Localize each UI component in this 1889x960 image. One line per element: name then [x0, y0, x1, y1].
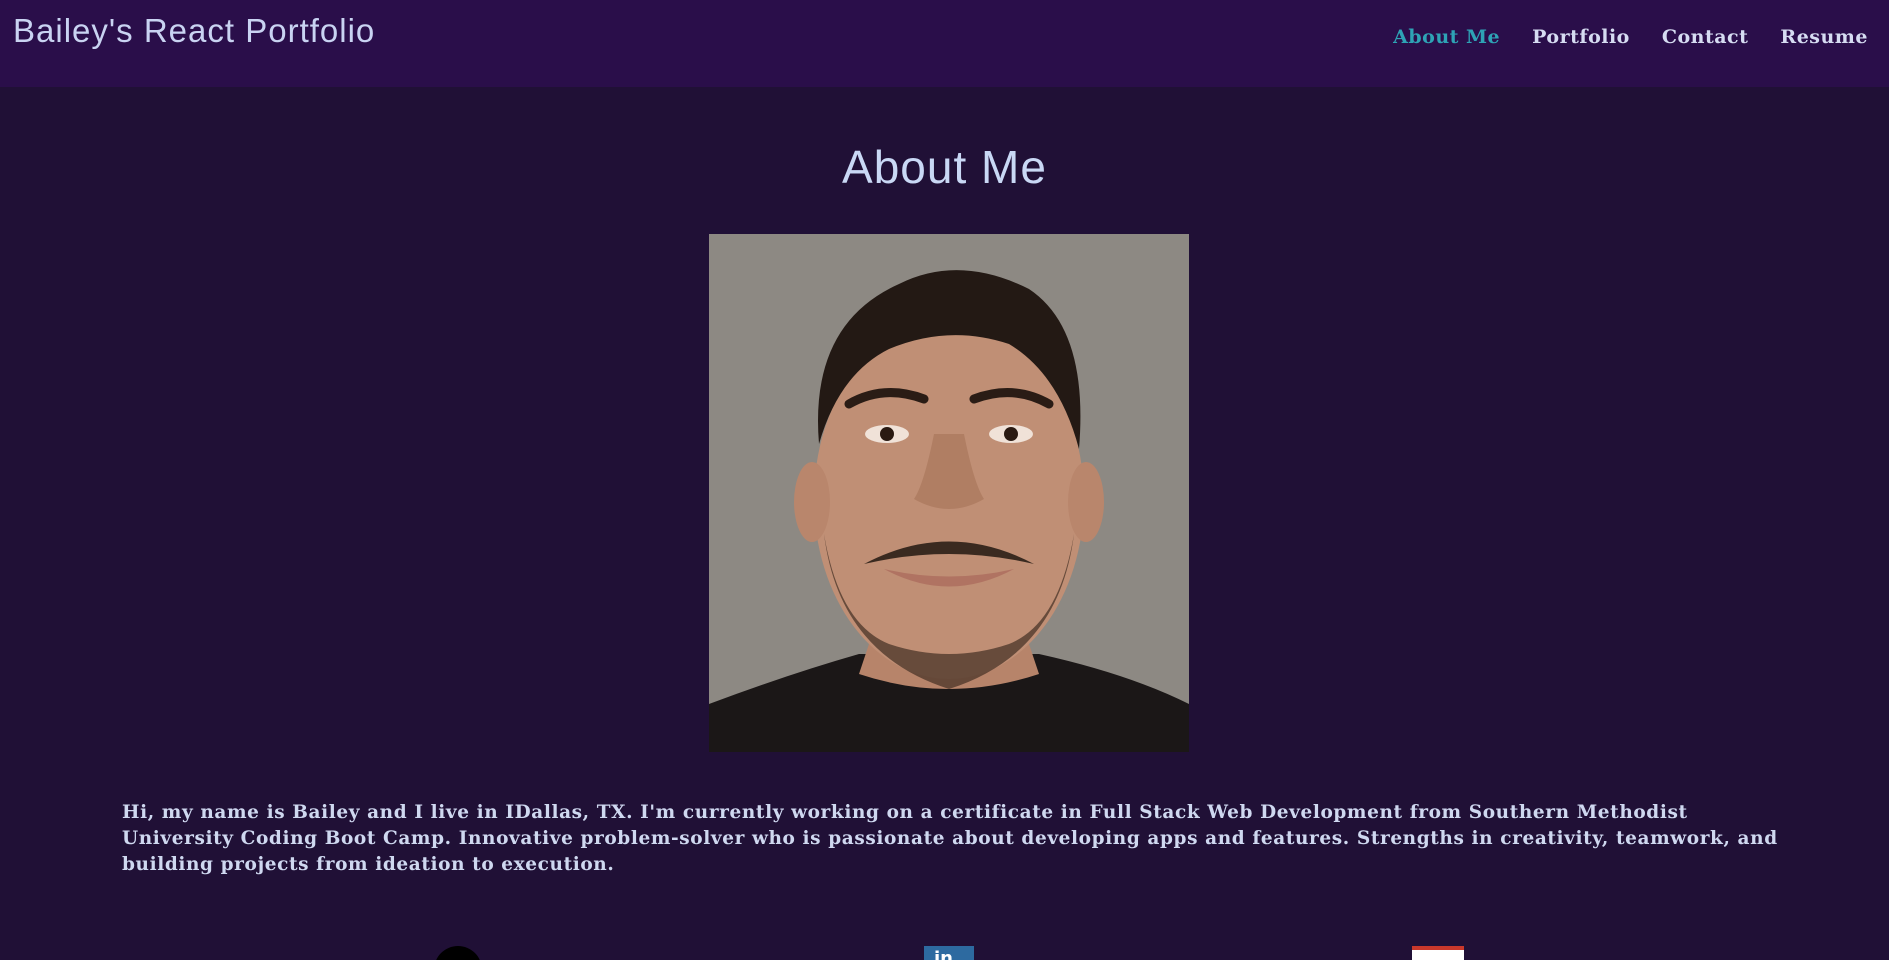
nav-link-about-me[interactable]: About Me [1393, 26, 1500, 48]
nav-link-portfolio[interactable]: Portfolio [1532, 26, 1630, 48]
linkedin-icon[interactable]: in [924, 946, 974, 960]
nav-link-resume[interactable]: Resume [1780, 26, 1868, 48]
nav-links: About Me Portfolio Contact Resume [1361, 26, 1868, 48]
bio-paragraph: Hi, my name is Bailey and I live in IDal… [122, 802, 1778, 875]
navbar: Bailey's React Portfolio About Me Portfo… [0, 0, 1889, 87]
nav-link-contact[interactable]: Contact [1662, 26, 1749, 48]
linkedin-glyph: in [934, 948, 953, 960]
github-icon[interactable] [434, 946, 482, 960]
profile-photo [709, 234, 1189, 752]
site-brand[interactable]: Bailey's React Portfolio [13, 12, 375, 50]
page-title: About Me [842, 141, 1047, 193]
email-icon[interactable] [1412, 946, 1464, 960]
